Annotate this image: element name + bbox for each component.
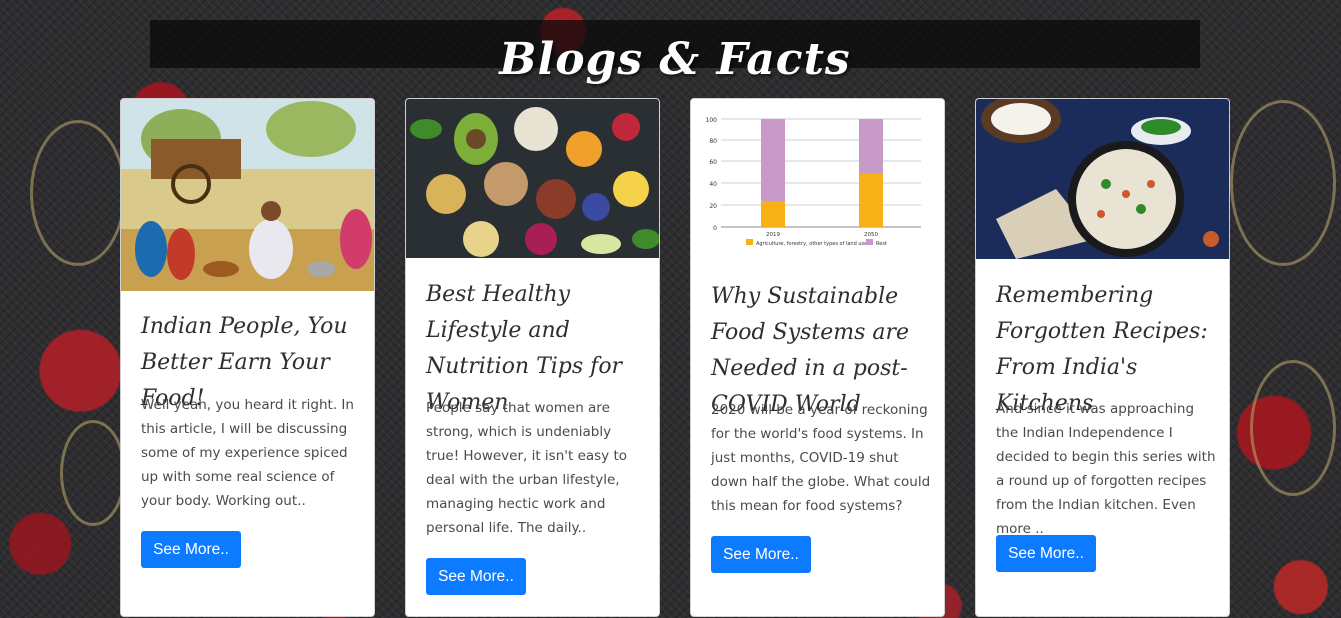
chart-y-tick: 0 [713, 225, 717, 232]
header-bar: Blogs & Facts [150, 20, 1200, 85]
see-more-button[interactable]: See More.. [711, 536, 811, 573]
legend-swatch-rest [866, 239, 873, 245]
chart-x-label: 2019 [766, 232, 780, 238]
card-excerpt: People say that women are strong, which … [426, 400, 628, 536]
card-excerpt: Well yeah, you heard it right. In this a… [141, 397, 354, 509]
chart-y-tick: 20 [709, 203, 717, 210]
chart-bar-2050-agri [859, 173, 883, 227]
chart-bar-2019-rest [761, 119, 785, 201]
rice-dish-with-coconut-image[interactable] [976, 99, 1229, 259]
land-use-chart: 100 80 60 40 20 0 2019 2050 Agriculture,… [706, 117, 921, 247]
blog-card: Best Healthy Lifestyle and Nutrition Tip… [405, 98, 660, 617]
chart-y-tick: 80 [709, 138, 717, 145]
chart-bar-2019-agri [761, 201, 785, 227]
see-more-button[interactable]: See More.. [426, 558, 526, 595]
legend-swatch-agri [746, 239, 753, 245]
card-excerpt: And since it was approaching the Indian … [996, 401, 1216, 537]
card-excerpt: 2020 will be a year of reckoning for the… [711, 402, 931, 514]
chart-legend-label: Agriculture, forestry, other types of la… [756, 241, 867, 247]
land-use-bar-chart-image[interactable]: 100 80 60 40 20 0 2019 2050 Agriculture,… [691, 99, 944, 258]
indian-village-painting-image[interactable] [121, 99, 374, 291]
blog-card: Indian People, You Better Earn Your Food… [120, 98, 375, 617]
blog-card: Remembering Forgotten Recipes: From Indi… [975, 98, 1230, 617]
chart-y-tick: 60 [709, 159, 717, 166]
see-more-button[interactable]: See More.. [141, 531, 241, 568]
chart-y-tick: 100 [706, 117, 718, 124]
chart-bar-2050-rest [859, 119, 883, 173]
chart-x-label: 2050 [864, 232, 878, 238]
healthy-food-spread-image[interactable] [406, 99, 659, 258]
blog-card: 100 80 60 40 20 0 2019 2050 Agriculture,… [690, 98, 945, 617]
chart-y-tick: 40 [709, 181, 717, 188]
page-title: Blogs & Facts [499, 34, 851, 85]
see-more-button[interactable]: See More.. [996, 535, 1096, 572]
chart-legend-label: Rest [876, 241, 887, 247]
